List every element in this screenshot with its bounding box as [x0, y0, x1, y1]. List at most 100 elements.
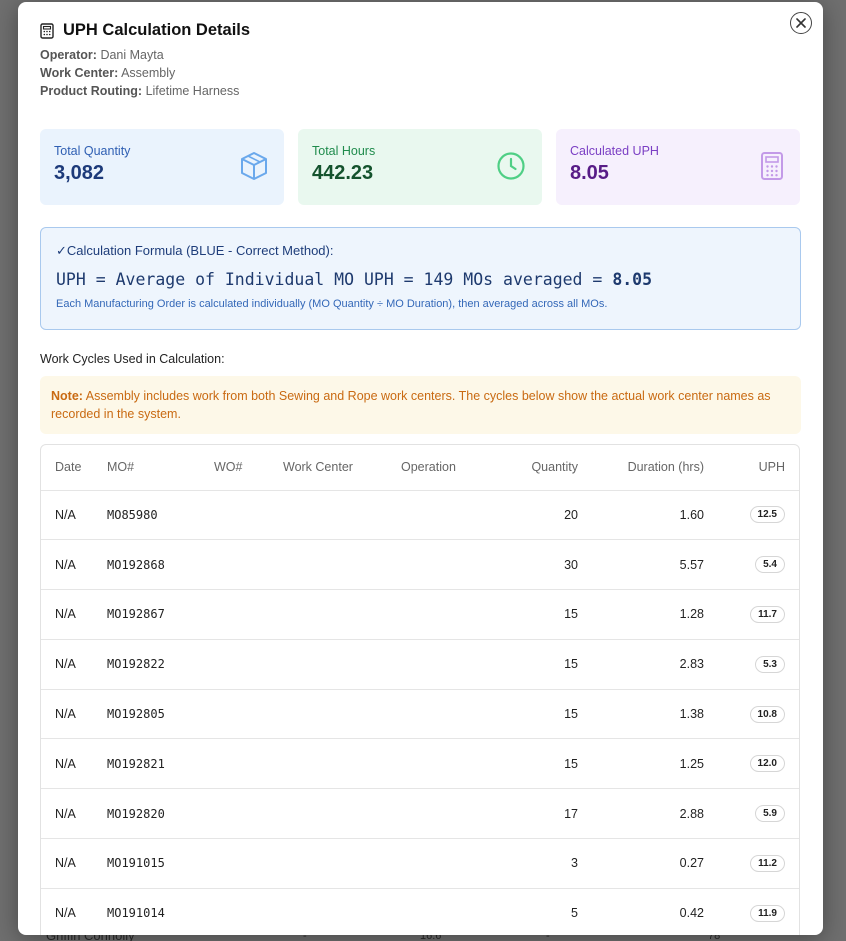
cell-quantity: 15 [496, 589, 578, 640]
uph-badge: 11.7 [750, 605, 785, 623]
formula-equation: UPH = Average of Individual MO UPH = 149… [56, 270, 785, 289]
uph-details-modal: UPH Calculation Details Operator: Dani M… [18, 2, 823, 935]
cell-operation [401, 689, 496, 740]
cell-work-center [283, 788, 401, 840]
header-operation[interactable]: Operation [401, 445, 496, 491]
cell-uph: 11.2 [704, 838, 799, 889]
header-quantity[interactable]: Quantity [496, 445, 578, 491]
cell-wo [214, 689, 283, 740]
header-duration[interactable]: Duration (hrs) [578, 445, 704, 491]
cell-duration: 1.25 [578, 738, 704, 790]
routing-label: Product Routing: [40, 84, 143, 98]
assembly-note: Note: Assembly includes work from both S… [40, 376, 801, 434]
box-icon [241, 152, 267, 180]
cell-operation [401, 490, 496, 541]
cell-date: N/A [41, 539, 107, 591]
cell-mo: MO192821 [107, 738, 214, 790]
table-row[interactable]: N/A MO191014 5 0.42 11.9 [41, 888, 799, 935]
note-text: Assembly includes work from both Sewing … [51, 389, 771, 421]
cell-date: N/A [41, 639, 107, 690]
work-center-label: Work Center: [40, 66, 119, 80]
table-row[interactable]: N/A MO85980 20 1.60 12.5 [41, 490, 799, 541]
calculated-uph-value: 8.05 [570, 162, 609, 184]
cell-work-center [283, 539, 401, 591]
cell-mo: MO191014 [107, 888, 214, 935]
cell-mo: MO192822 [107, 639, 214, 690]
cell-duration: 2.83 [578, 639, 704, 690]
formula-title: ✓Calculation Formula (BLUE - Correct Met… [56, 243, 334, 258]
cell-date: N/A [41, 490, 107, 541]
calculated-uph-card: Calculated UPH 8.05 [556, 129, 800, 205]
header-mo[interactable]: MO# [107, 445, 214, 491]
cell-operation [401, 539, 496, 591]
table-row[interactable]: N/A MO192868 30 5.57 5.4 [41, 539, 799, 591]
uph-badge: 5.9 [755, 805, 785, 823]
total-hours-card: Total Hours 442.23 [298, 129, 542, 205]
uph-badge: 10.8 [749, 705, 785, 723]
cell-duration: 2.88 [578, 788, 704, 840]
cell-uph: 12.0 [704, 738, 799, 790]
formula-result: 8.05 [612, 270, 653, 289]
summary-cards: Total Quantity 3,082 Total Hours 442.23 … [40, 129, 800, 205]
header-wo[interactable]: WO# [214, 445, 283, 491]
calculation-formula-box: ✓Calculation Formula (BLUE - Correct Met… [40, 227, 801, 330]
work-cycles-heading: Work Cycles Used in Calculation: [40, 352, 225, 366]
cell-work-center [283, 639, 401, 690]
table-row[interactable]: N/A MO192821 15 1.25 12.0 [41, 738, 799, 790]
cell-wo [214, 490, 283, 541]
calculated-uph-label: Calculated UPH [570, 144, 659, 158]
cell-uph: 11.7 [704, 589, 799, 640]
work-center-value: Assembly [121, 66, 176, 80]
table-row[interactable]: N/A MO192867 15 1.28 11.7 [41, 589, 799, 640]
cell-quantity: 3 [496, 838, 578, 889]
header-date[interactable]: Date [41, 445, 107, 491]
cell-uph: 10.8 [704, 689, 799, 740]
close-icon[interactable] [796, 18, 806, 28]
cell-quantity: 17 [496, 788, 578, 840]
cell-operation [401, 738, 496, 790]
cell-quantity: 15 [496, 689, 578, 740]
cell-duration: 1.28 [578, 589, 704, 640]
cell-operation [401, 639, 496, 690]
cell-work-center [283, 888, 401, 935]
table-row[interactable]: N/A MO192805 15 1.38 10.8 [41, 689, 799, 740]
cell-duration: 1.38 [578, 689, 704, 740]
calculator-icon [761, 152, 783, 180]
formula-explanation: Each Manufacturing Order is calculated i… [56, 298, 608, 310]
cell-date: N/A [41, 788, 107, 840]
modal-header: UPH Calculation Details Operator: Dani M… [40, 21, 250, 100]
table-row[interactable]: N/A MO192820 17 2.88 5.9 [41, 788, 799, 840]
table-row[interactable]: N/A MO192822 15 2.83 5.3 [41, 639, 799, 690]
cell-mo: MO192868 [107, 539, 214, 591]
cell-work-center [283, 738, 401, 790]
uph-badge: 11.2 [750, 854, 785, 872]
cell-wo [214, 589, 283, 640]
cell-operation [401, 888, 496, 935]
cell-mo: MO191015 [107, 838, 214, 889]
cell-operation [401, 838, 496, 889]
clock-icon [497, 152, 525, 180]
cell-operation [401, 788, 496, 840]
cell-quantity: 30 [496, 539, 578, 591]
cell-mo: MO192820 [107, 788, 214, 840]
header-uph[interactable]: UPH [704, 445, 799, 491]
total-quantity-value: 3,082 [54, 162, 105, 184]
close-button[interactable] [790, 12, 812, 34]
cell-quantity: 15 [496, 738, 578, 790]
cell-date: N/A [41, 738, 107, 790]
cell-duration: 0.27 [578, 838, 704, 889]
table-header-row: Date MO# WO# Work Center Operation Quant… [41, 445, 799, 491]
cell-duration: 5.57 [578, 539, 704, 591]
table-row[interactable]: N/A MO191015 3 0.27 11.2 [41, 838, 799, 889]
cell-quantity: 20 [496, 490, 578, 541]
cell-mo: MO192805 [107, 689, 214, 740]
cell-date: N/A [41, 838, 107, 889]
cell-wo [214, 738, 283, 790]
cell-mo: MO192867 [107, 589, 214, 640]
cell-quantity: 15 [496, 639, 578, 690]
cell-uph: 5.9 [704, 788, 799, 840]
uph-badge: 5.3 [755, 655, 785, 673]
cell-duration: 1.60 [578, 490, 704, 541]
header-work-center[interactable]: Work Center [283, 445, 401, 491]
cell-wo [214, 888, 283, 935]
